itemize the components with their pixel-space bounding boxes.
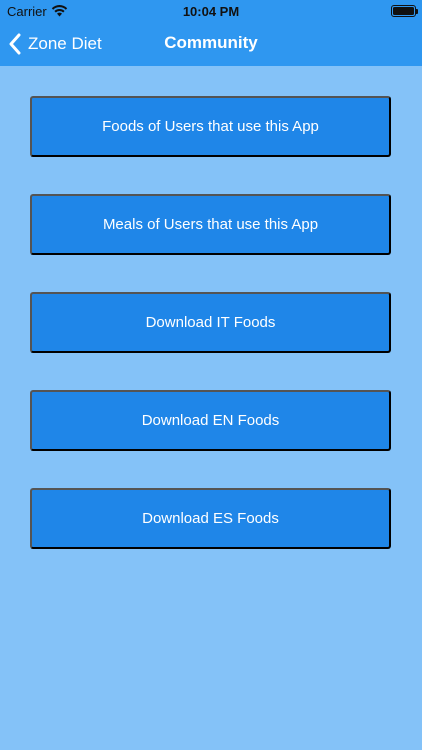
page-title: Community (164, 33, 258, 52)
battery-level (393, 7, 414, 15)
meals-of-users-button[interactable]: Meals of Users that use this App (30, 194, 391, 255)
battery-nub (416, 9, 418, 14)
status-time: 10:04 PM (182, 4, 240, 19)
battery-icon (391, 5, 416, 17)
navigation-header: Carrier 10:04 PM Zone Diet Community (0, 0, 422, 66)
foods-of-users-button[interactable]: Foods of Users that use this App (30, 96, 391, 157)
download-it-foods-button[interactable]: Download IT Foods (30, 292, 391, 353)
status-bar: Carrier 10:04 PM (0, 0, 422, 22)
download-en-foods-button[interactable]: Download EN Foods (30, 390, 391, 451)
community-menu: Foods of Users that use this App Meals o… (30, 96, 391, 586)
download-es-foods-button[interactable]: Download ES Foods (30, 488, 391, 549)
